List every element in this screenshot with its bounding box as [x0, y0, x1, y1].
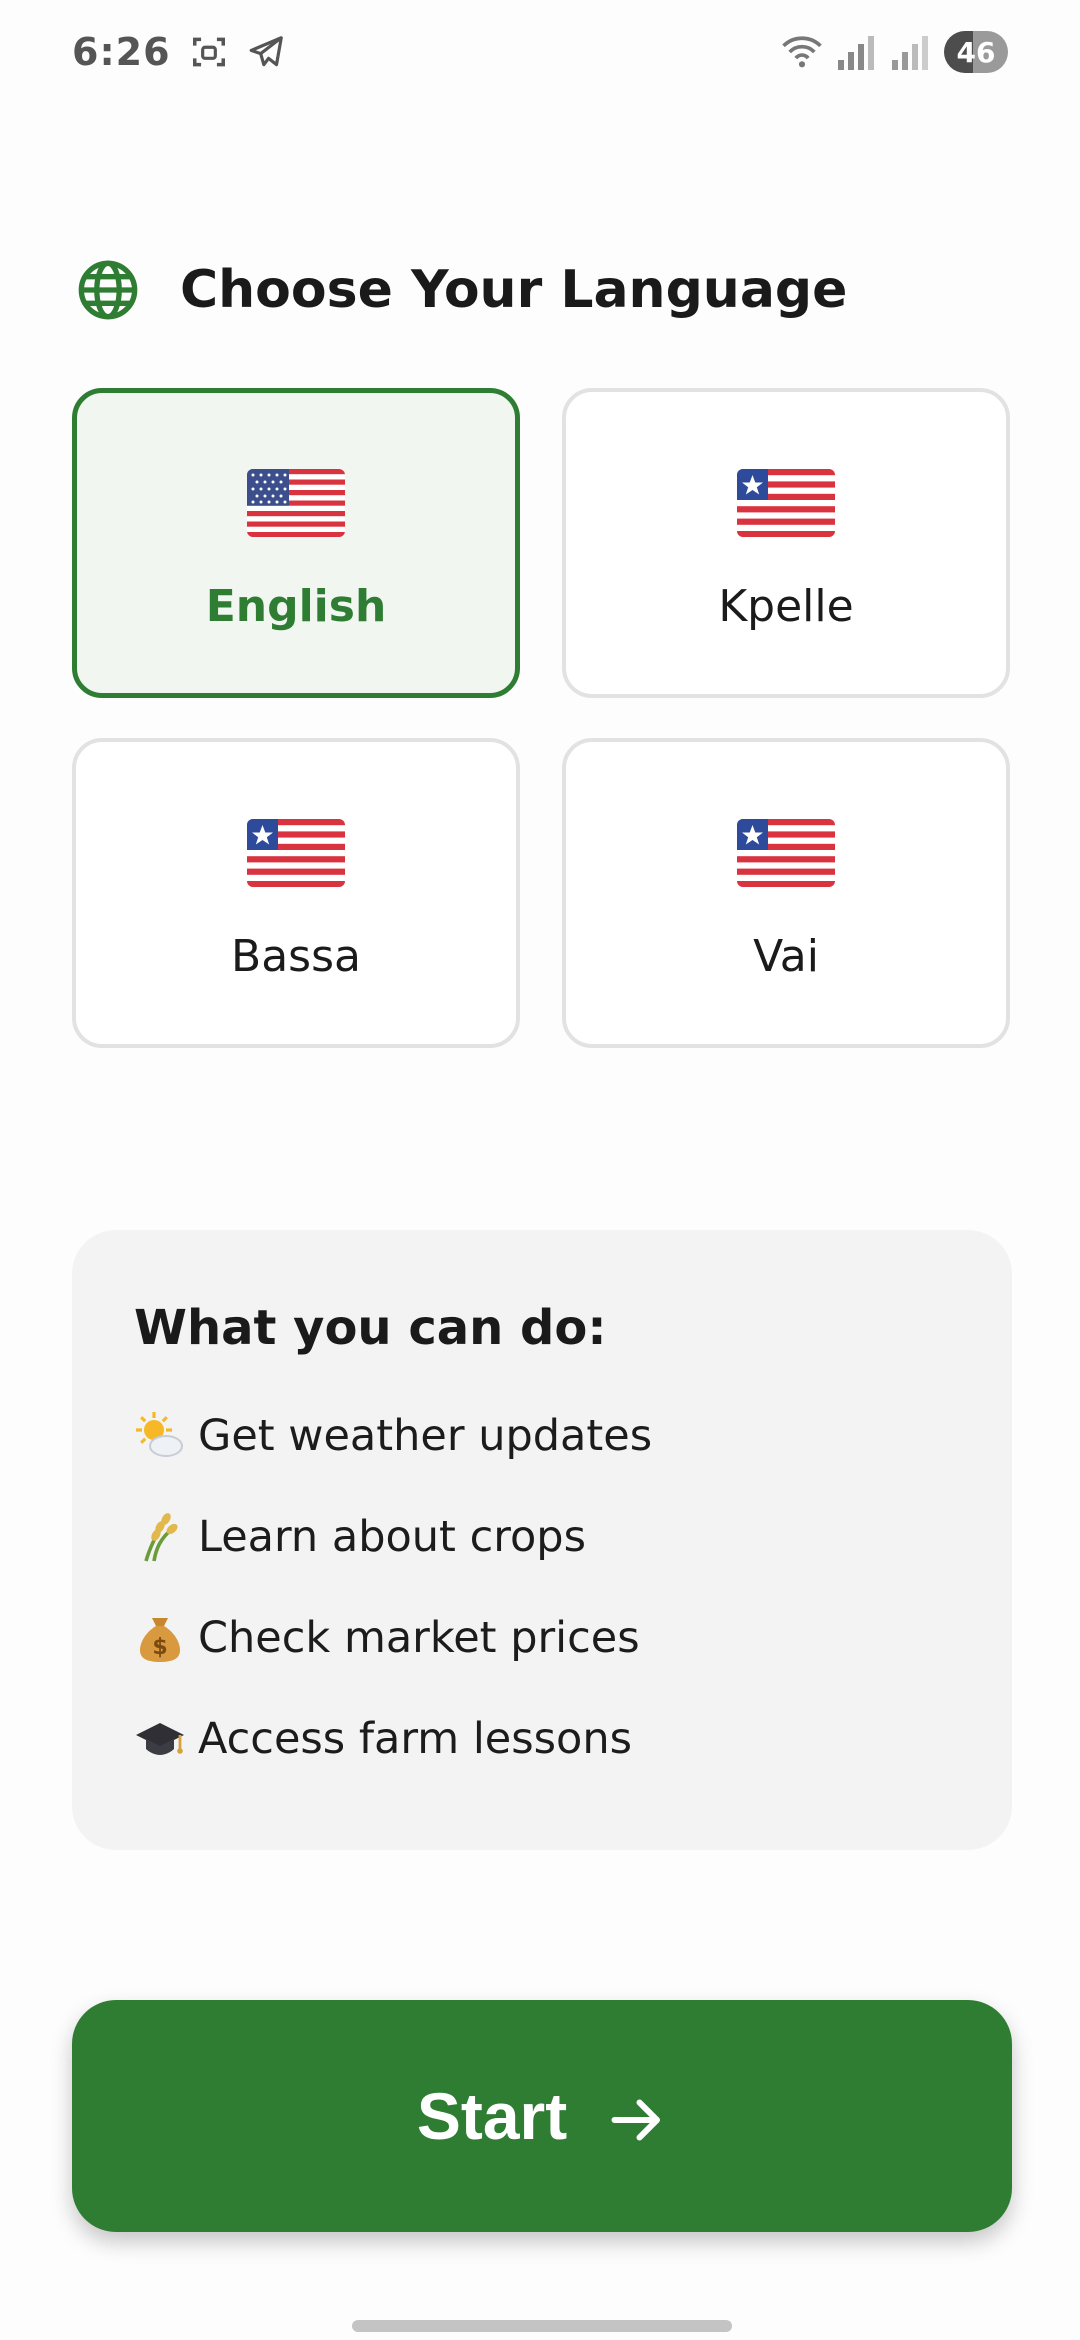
- language-card-bassa[interactable]: Bassa: [72, 738, 520, 1048]
- feature-item-weather: Get weather updates: [134, 1406, 950, 1466]
- feature-text-market: Check market prices: [198, 1613, 640, 1663]
- telegram-icon: [247, 32, 287, 72]
- feature-text-crops: Learn about crops: [198, 1512, 586, 1562]
- language-heading: Choose Your Language: [76, 250, 847, 330]
- language-grid: English Kpelle Bassa Vai: [72, 388, 1012, 1048]
- features-panel: What you can do: Get weather updates Lea…: [72, 1230, 1012, 1850]
- start-button-label: Start: [416, 2079, 568, 2153]
- language-label-vai: Vai: [753, 930, 819, 982]
- feature-item-lessons: Access farm lessons: [134, 1709, 950, 1769]
- language-card-vai[interactable]: Vai: [562, 738, 1010, 1048]
- language-card-english[interactable]: English: [72, 388, 520, 698]
- feature-item-crops: Learn about crops: [134, 1507, 950, 1567]
- language-card-kpelle[interactable]: Kpelle: [562, 388, 1010, 698]
- feature-item-market: $ Check market prices: [134, 1608, 950, 1668]
- status-right: 46: [782, 31, 1008, 73]
- status-left: 6:26: [72, 30, 287, 74]
- home-indicator[interactable]: [352, 2320, 732, 2332]
- start-button[interactable]: Start: [72, 2000, 1012, 2232]
- liberia-flag-icon: [737, 468, 835, 537]
- us-flag-icon: [247, 468, 345, 537]
- liberia-flag-icon: [737, 818, 835, 887]
- features-title: What you can do:: [134, 1300, 607, 1356]
- graduation-cap-icon: [134, 1713, 186, 1765]
- money-bag-icon: $: [134, 1612, 186, 1664]
- globe-icon: [76, 258, 140, 322]
- screenshot-icon: [189, 32, 229, 72]
- wifi-icon: [782, 32, 822, 72]
- liberia-flag-icon: [247, 818, 345, 887]
- svg-text:$: $: [152, 1635, 167, 1660]
- signal-icon-2: [890, 32, 930, 72]
- language-screen: 6:26 46 Choose Your Language English Kpe…: [0, 0, 1080, 2340]
- language-label-kpelle: Kpelle: [718, 580, 854, 632]
- rice-icon: [134, 1511, 186, 1563]
- page-title: Choose Your Language: [180, 260, 848, 320]
- signal-icon: [836, 32, 876, 72]
- status-bar: 6:26 46: [0, 0, 1080, 104]
- battery-indicator: 46: [944, 31, 1008, 73]
- feature-text-lessons: Access farm lessons: [198, 1714, 633, 1764]
- status-time: 6:26: [72, 30, 171, 74]
- language-label-english: English: [205, 580, 387, 632]
- arrow-right-icon: [611, 2099, 661, 2141]
- feature-text-weather: Get weather updates: [198, 1411, 653, 1461]
- sun-cloud-icon: [134, 1410, 186, 1462]
- language-label-bassa: Bassa: [231, 930, 361, 982]
